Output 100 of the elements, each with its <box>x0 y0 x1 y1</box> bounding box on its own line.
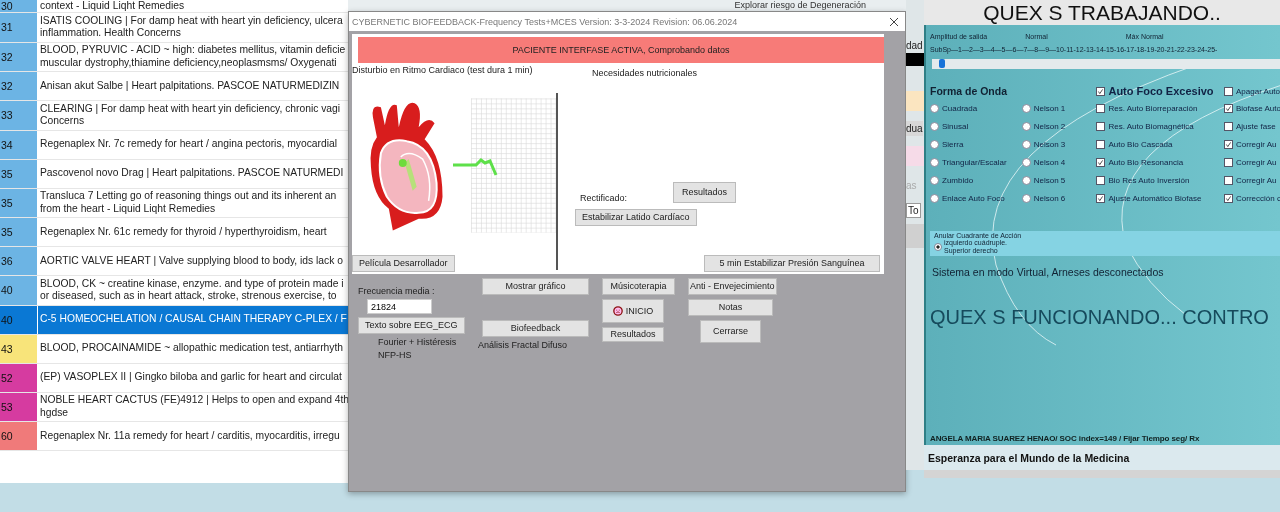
checkbox-icon[interactable] <box>1224 139 1233 149</box>
list-row[interactable]: 33 CLEARING | For damp heat with heart yin deficiency, chronic vagi Concerns <box>0 101 348 131</box>
row-number: 32 <box>0 42 38 71</box>
notes-button[interactable]: Notas <box>688 299 773 316</box>
radio-icon[interactable] <box>1021 103 1031 113</box>
radio-option[interactable]: Nelson 2 <box>1021 117 1097 135</box>
frequency-field[interactable]: 21824 <box>367 299 432 314</box>
checkbox-option[interactable]: Ajuste Automático Biofase <box>1096 189 1224 207</box>
list-row[interactable]: 60 Regenaplex Nr. 11a remedy for heart / carditis, myocarditis, irregu <box>0 422 348 451</box>
row-number: 35 <box>0 188 38 217</box>
show-graph-button[interactable]: Mostrar gráfico <box>482 278 589 295</box>
radio-option[interactable]: Sierra <box>930 135 1022 153</box>
film-button[interactable]: Película Desarrollador <box>352 255 455 272</box>
radio-option[interactable]: Nelson 5 <box>1021 171 1097 189</box>
list-row[interactable]: 35 Regenaplex Nr. 61c remedy for thyroid / hyperthyroidism, heart <box>0 218 348 247</box>
checkbox-option[interactable]: Corrección c <box>1224 189 1280 207</box>
list-row[interactable]: 53 NOBLE HEART CACTUS (FE)4912 | Helps to open and expand 4th hgdse <box>0 392 348 422</box>
checkbox-icon[interactable] <box>1224 86 1233 96</box>
radio-icon[interactable] <box>930 157 939 167</box>
radio-option[interactable]: Enlace Auto Foco <box>930 189 1022 207</box>
checkbox-icon[interactable] <box>1096 121 1106 131</box>
radio-icon[interactable] <box>930 139 939 149</box>
checkbox-icon[interactable] <box>1224 121 1233 131</box>
ecg-trace <box>452 155 498 177</box>
list-row[interactable]: 35 Transluca 7 Letting go of reasoning things out and its inherent an from the heart - Liquid Liqht Remedies <box>0 188 348 218</box>
row-text: Regenaplex Nr. 61c remedy for thyroid / hyperthyroidism, heart <box>39 224 327 239</box>
list-row[interactable]: 34 Regenaplex Nr. 7c remedy for heart / angina pectoris, myocardial <box>0 130 348 160</box>
checkbox-icon[interactable] <box>1224 103 1233 113</box>
radio-icon[interactable] <box>930 121 939 131</box>
radio-option[interactable]: Nelson 3 <box>1021 135 1097 153</box>
checkbox-option[interactable]: Auto Foco Excesivo <box>1096 83 1224 99</box>
checkbox-icon[interactable] <box>1096 139 1106 149</box>
checkbox-icon[interactable] <box>1096 193 1106 203</box>
checkbox-icon[interactable] <box>1096 103 1106 113</box>
radio-icon[interactable] <box>1021 139 1031 149</box>
list-row[interactable]: 32 Anisan akut Salbe | Heart palpitations. PASCOE NATURMEDIZIN <box>0 72 348 101</box>
radio-icon[interactable] <box>1021 157 1031 167</box>
list-row[interactable]: 36 AORTIC VALVE HEART | Valve supplying blood to body, ids lack o <box>0 247 348 276</box>
radio-icon[interactable] <box>1021 193 1031 203</box>
checkbox-option[interactable]: Biofase Auto <box>1224 99 1280 117</box>
pressure-button[interactable]: 5 min Estabilizar Presión Sanguínea <box>704 255 880 272</box>
row-text: BLOOD, CK ~ creatine kinase, enzyme. and type of protein made i or diseased, such as in heart attack, stroke, strenous exercise, to <box>39 276 344 304</box>
checkbox-option[interactable]: Corregir Au <box>1224 135 1280 153</box>
checkbox-option[interactable]: Auto Bio Cascada <box>1096 135 1224 153</box>
radio-option[interactable]: Sinusal <box>930 117 1022 135</box>
checkbox-option[interactable]: Bio Res Auto Inversión <box>1096 171 1224 189</box>
checkbox-icon[interactable] <box>1096 175 1106 185</box>
checkbox-option[interactable]: Ajuste fase <box>1224 117 1280 135</box>
radio-option[interactable]: Triangular/Escalar <box>930 153 1022 171</box>
results-button[interactable]: Resultados <box>673 182 737 203</box>
results-button[interactable]: Resultados <box>602 327 664 342</box>
list-row[interactable]: 40 BLOOD, CK ~ creatine kinase, enzyme. and type of protein made i or diseased, such as in heart attack, stroke, strenous exercise, to <box>0 276 348 306</box>
radio-icon[interactable] <box>1021 121 1031 131</box>
list-row[interactable]: 31 ISATIS COOLING | For damp heat with heart yin deficiency, ulcera inflammation. Health Concerns <box>0 13 348 43</box>
list-row[interactable]: 35 Pascovenol novo Drag | Heart palpitations. PASCOE NATURMEDI <box>0 159 348 189</box>
close-icon[interactable] <box>889 16 899 27</box>
radio-option[interactable]: Nelson 1 <box>1021 99 1097 117</box>
radio-option[interactable]: Nelson 4 <box>1021 153 1097 171</box>
start-button[interactable]: INICIO <box>602 299 664 323</box>
row-number: 40 <box>0 276 38 305</box>
radio-icon[interactable] <box>930 175 939 185</box>
background-block <box>906 53 924 66</box>
window-title: CYBERNETIC BIOFEEDBACK-Frequency Tests+MCES Version: 3-3-2024 Revision: 06.06.2024 <box>352 16 738 27</box>
eeg-text-button[interactable]: Texto sobre EEG_ECG <box>358 317 465 334</box>
checkbox-icon[interactable] <box>1224 157 1233 167</box>
list-row[interactable]: 32 BLOOD, PYRUVIC - ACID ~ high: diabetes mellitus, vitamin deficie muscular dystrophy,thiamine deficiency,neoplasmsms/ Oxygenati <box>0 42 348 72</box>
slider-thumb[interactable] <box>938 59 945 68</box>
anti-aging-button[interactable]: Anti - Envejecimiento <box>688 278 777 295</box>
checkbox-icon[interactable] <box>1224 175 1233 185</box>
stabilize-button[interactable]: Estabilizar Latido Cardíaco <box>575 209 697 226</box>
checkbox-option[interactable]: Corregir Au <box>1224 171 1280 189</box>
list-row[interactable]: 43 BLOOD, PROCAINAMIDE ~ allopathic medication test, antiarrhyth <box>0 334 348 364</box>
row-text: Regenaplex Nr. 7c remedy for heart / angina pectoris, myocardial <box>39 137 338 152</box>
checkbox-option[interactable]: Res. Auto Biorreparación <box>1096 99 1224 117</box>
checkbox-option[interactable]: Corregir Au <box>1224 153 1280 171</box>
list-row[interactable]: 30 context - Liquid Liqht Remedies <box>0 0 348 13</box>
row-text: AORTIC VALVE HEART | Valve supplying blood to body, ids lack o <box>39 253 343 268</box>
checkbox-option[interactable]: Res. Auto Biomagnética <box>1096 117 1224 135</box>
footer-text: Esperanza para el Mundo de la Medicina <box>928 451 1130 464</box>
radio-icon[interactable] <box>930 103 939 113</box>
list-row[interactable]: 52 (EP) VASOPLEX II | Gingko biloba and garlic for heart and circulat <box>0 363 348 393</box>
checkbox-option[interactable]: Auto Bio Resonancia <box>1096 153 1224 171</box>
system-message: Sistema en modo Virtual, Arneses desconectados <box>932 266 1165 278</box>
row-number: 36 <box>0 247 38 275</box>
background-field: To <box>906 203 921 218</box>
radio-icon[interactable] <box>1021 175 1031 185</box>
radio-option[interactable]: Cuadrada <box>930 99 1022 117</box>
amplitude-slider[interactable] <box>932 59 1280 69</box>
music-therapy-button[interactable]: Músicoterapia <box>602 278 675 295</box>
checkbox-icon[interactable] <box>1096 157 1106 167</box>
checkbox-icon[interactable] <box>1224 193 1233 203</box>
biofeedback-button[interactable]: Biofeedback <box>482 320 589 337</box>
list-row[interactable]: 40 C-5 HOMEOCHELATION / CAUSAL CHAIN THERAPY C-PLEX / F <box>0 305 348 335</box>
radio-option[interactable]: Zumbido <box>930 171 1022 189</box>
radio-icon[interactable] <box>934 243 942 251</box>
radio-option[interactable]: Nelson 6 <box>1021 189 1097 207</box>
checkbox-option[interactable]: Apagar Auto <box>1224 83 1280 99</box>
close-button[interactable]: Cerrarse <box>700 320 761 343</box>
checkbox-icon[interactable] <box>1096 86 1106 96</box>
radio-icon[interactable] <box>930 193 939 203</box>
